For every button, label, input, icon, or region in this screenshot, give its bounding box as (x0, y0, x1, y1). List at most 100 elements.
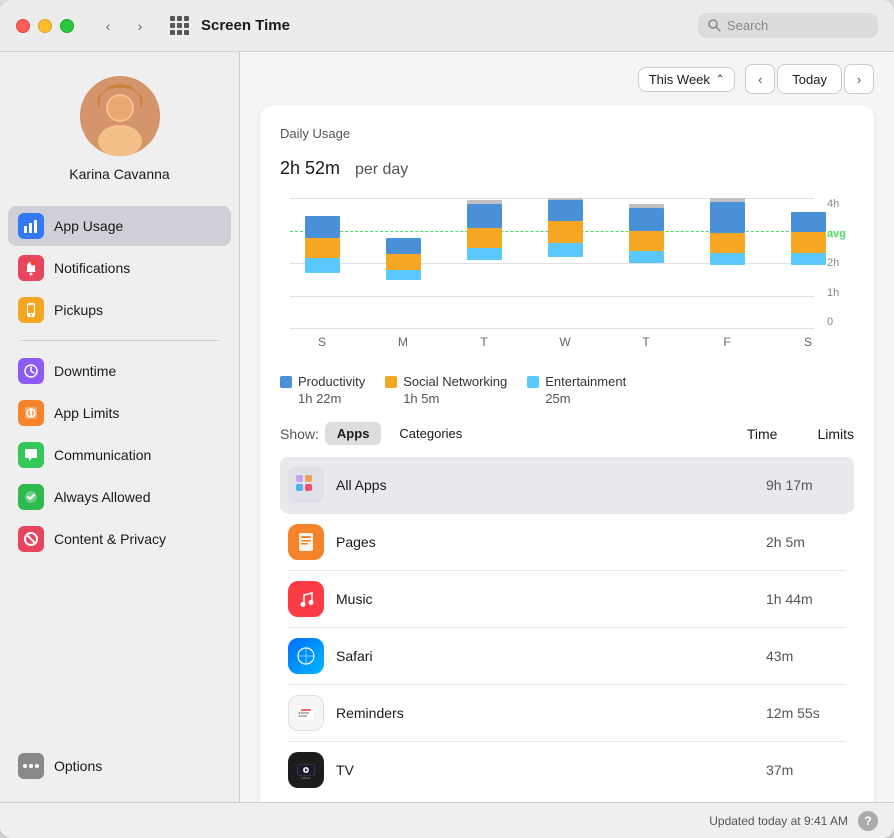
avatar (80, 76, 160, 156)
chart-legend: Productivity 1h 22m Social Networking 1h… (280, 374, 854, 406)
sidebar-label-downtime: Downtime (54, 363, 116, 379)
app-row-safari[interactable]: Safari 43m (280, 628, 854, 684)
search-icon (708, 19, 721, 32)
app-name-pages: Pages (336, 534, 754, 550)
notifications-icon (18, 255, 44, 281)
svg-text:T: T (642, 335, 650, 348)
sidebar-item-communication[interactable]: Communication (8, 435, 231, 475)
col-time-label: Time (747, 426, 778, 442)
app-time-pages: 2h 5m (766, 534, 846, 550)
svg-text:S: S (318, 335, 326, 348)
communication-icon (18, 442, 44, 468)
maximize-button[interactable] (60, 19, 74, 33)
app-usage-icon (18, 213, 44, 239)
legend-name-social: Social Networking (403, 374, 507, 389)
sidebar-divider (20, 340, 219, 341)
back-button[interactable]: ‹ (94, 15, 122, 37)
period-label: This Week (649, 72, 710, 87)
content-header: This Week ⌃ ‹ Today › (240, 52, 894, 106)
show-columns: Time Limits (747, 426, 854, 442)
period-next-button[interactable]: › (844, 64, 874, 94)
app-time-tv: 37m (766, 762, 846, 778)
sidebar: Karina Cavanna App Usage (0, 52, 240, 802)
chart-svg: S M T (290, 198, 860, 348)
window: ‹ › Screen Time (0, 0, 894, 838)
app-row-pages[interactable]: Pages 2h 5m (280, 514, 854, 570)
pickups-icon (18, 297, 44, 323)
svg-text:W: W (559, 335, 571, 348)
minimize-button[interactable] (38, 19, 52, 33)
sidebar-label-pickups: Pickups (54, 302, 103, 318)
app-name-music: Music (336, 591, 754, 607)
legend-name-productivity: Productivity (298, 374, 365, 389)
titlebar: ‹ › Screen Time (0, 0, 894, 52)
col-limits-label: Limits (817, 426, 854, 442)
updated-text: Updated today at 9:41 AM (709, 814, 848, 828)
today-button[interactable]: Today (777, 64, 842, 94)
show-bar: Show: Apps Categories Time Limits (280, 422, 854, 445)
user-name: Karina Cavanna (69, 166, 169, 182)
app-time-all-apps: 9h 17m (766, 477, 846, 493)
all-apps-icon (288, 467, 324, 503)
pages-icon (288, 524, 324, 560)
app-row-music[interactable]: Music 1h 44m (280, 571, 854, 627)
options-icon (18, 753, 44, 779)
sidebar-item-pickups[interactable]: Pickups (8, 290, 231, 330)
legend-social: Social Networking 1h 5m (385, 374, 507, 406)
usage-suffix: per day (355, 161, 408, 178)
legend-productivity: Productivity 1h 22m (280, 374, 365, 406)
sidebar-item-notifications[interactable]: Notifications (8, 248, 231, 288)
options-item[interactable]: Options (8, 746, 231, 786)
help-button[interactable]: ? (858, 811, 878, 831)
period-chevron: ⌃ (716, 74, 724, 85)
downtime-icon (18, 358, 44, 384)
show-categories-button[interactable]: Categories (387, 422, 474, 445)
period-nav-arrows: ‹ Today › (745, 64, 874, 94)
sidebar-label-content-privacy: Content & Privacy (54, 531, 166, 547)
always-allowed-icon (18, 484, 44, 510)
content-area: This Week ⌃ ‹ Today › Daily Usage 2h 52m… (240, 52, 894, 802)
content-body: Daily Usage 2h 52m per day 4h avg 2h 1h (240, 106, 894, 802)
sidebar-bottom: Options (0, 738, 239, 802)
legend-name-entertainment: Entertainment (545, 374, 626, 389)
app-row-reminders[interactable]: Reminders 12m 55s (280, 685, 854, 741)
app-row-all-apps[interactable]: All Apps 9h 17m (280, 457, 854, 513)
nav-buttons: ‹ › (94, 15, 154, 37)
sidebar-item-content-privacy[interactable]: Content & Privacy (8, 519, 231, 559)
period-prev-button[interactable]: ‹ (745, 64, 775, 94)
app-name-tv: TV (336, 762, 754, 778)
legend-time-productivity: 1h 22m (280, 391, 365, 406)
content-privacy-icon (18, 526, 44, 552)
app-row-tv[interactable]: TV 37m (280, 742, 854, 798)
show-label: Show: (280, 426, 319, 442)
app-time-reminders: 12m 55s (766, 705, 846, 721)
app-name-reminders: Reminders (336, 705, 754, 721)
close-button[interactable] (16, 19, 30, 33)
period-selector[interactable]: This Week ⌃ (638, 67, 736, 92)
main-layout: Karina Cavanna App Usage (0, 52, 894, 802)
svg-text:F: F (723, 335, 730, 348)
window-title: Screen Time (201, 17, 686, 34)
app-list: All Apps 9h 17m (280, 457, 854, 798)
sidebar-item-downtime[interactable]: Downtime (8, 351, 231, 391)
sidebar-label-notifications: Notifications (54, 260, 130, 276)
usage-card: Daily Usage 2h 52m per day 4h avg 2h 1h (260, 106, 874, 802)
sidebar-label-always-allowed: Always Allowed (54, 489, 151, 505)
daily-usage-value: 2h 52m per day (280, 145, 854, 182)
app-time-safari: 43m (766, 648, 846, 664)
svg-text:T: T (480, 335, 488, 348)
sidebar-item-app-limits[interactable]: App Limits (8, 393, 231, 433)
search-input[interactable] (727, 18, 867, 33)
legend-dot-productivity (280, 376, 292, 388)
svg-text:S: S (804, 335, 812, 348)
sidebar-nav: App Usage Notifications (0, 202, 239, 738)
search-bar[interactable] (698, 13, 878, 38)
show-apps-button[interactable]: Apps (325, 422, 382, 445)
sidebar-item-always-allowed[interactable]: Always Allowed (8, 477, 231, 517)
sidebar-item-app-usage[interactable]: App Usage (8, 206, 231, 246)
status-bar: Updated today at 9:41 AM ? (0, 802, 894, 838)
forward-button[interactable]: › (126, 15, 154, 37)
app-grid-icon[interactable] (170, 16, 189, 35)
legend-dot-social (385, 376, 397, 388)
svg-text:M: M (398, 335, 408, 348)
